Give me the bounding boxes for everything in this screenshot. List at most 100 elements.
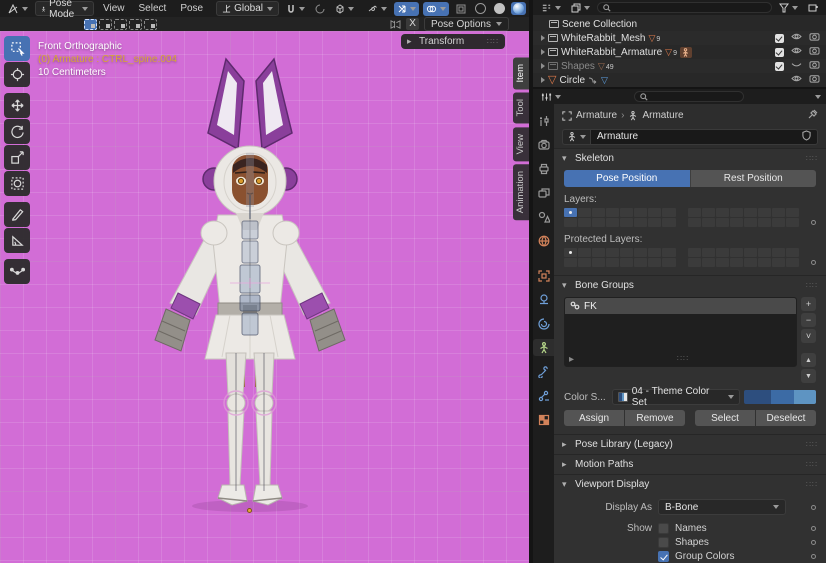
layer-cell[interactable] (786, 208, 799, 217)
panel-motion-paths-header[interactable]: ▸ Motion Paths ∷∷ (554, 455, 826, 474)
datablock-name-field[interactable]: Armature (590, 129, 818, 145)
tab-constraints[interactable] (533, 291, 554, 308)
select-mode-subtract[interactable] (114, 19, 127, 30)
layer-cell[interactable] (772, 208, 785, 217)
orientation-dropdown[interactable]: Global (216, 1, 279, 16)
shading-solid[interactable] (492, 2, 507, 15)
outliner-row-whiterabbit-armature[interactable]: WhiteRabbit_Armature ▽ 9 (533, 45, 826, 59)
panel-pose-library-header[interactable]: ▸ Pose Library (Legacy) ∷∷ (554, 435, 826, 454)
tab-texture[interactable] (533, 411, 554, 428)
layer-cell[interactable] (648, 218, 661, 227)
layer-cell[interactable] (592, 208, 605, 217)
layer-cell[interactable] (688, 248, 701, 257)
tab-tool[interactable]: Tool (513, 92, 529, 123)
layer-cell[interactable] (730, 248, 743, 257)
layer-cell[interactable] (592, 248, 605, 257)
transform-panel[interactable]: ▸ Transform ∷∷ (401, 34, 505, 49)
mirror-x-button[interactable]: X (406, 18, 419, 30)
tab-tool[interactable] (533, 112, 554, 129)
tab-render[interactable] (533, 136, 554, 153)
camera-icon[interactable] (809, 74, 820, 86)
properties-options-icon[interactable] (815, 95, 821, 99)
panel-bone-groups-header[interactable]: ▾ Bone Groups ∷∷ (554, 276, 826, 295)
names-checkbox[interactable] (658, 523, 669, 534)
layer-cell[interactable] (578, 208, 591, 217)
layer-cell[interactable] (702, 248, 715, 257)
tool-annotate[interactable] (4, 202, 30, 227)
layer-cell[interactable] (758, 208, 771, 217)
group-colors-checkbox[interactable] (658, 551, 669, 562)
breadcrumb-data[interactable]: Armature (642, 110, 683, 121)
layer-cell[interactable] (716, 208, 729, 217)
eye-icon[interactable] (791, 46, 802, 58)
tool-pose-breakdowner[interactable] (4, 259, 30, 284)
assign-button[interactable]: Assign (564, 410, 624, 426)
remove-button[interactable]: Remove (625, 410, 685, 426)
layer-cell[interactable] (772, 218, 785, 227)
expand-arrow-icon[interactable] (541, 49, 545, 55)
select-mode-invert[interactable] (129, 19, 142, 30)
layer-cell[interactable] (578, 218, 591, 227)
layer-cell[interactable] (592, 218, 605, 227)
outliner-editor-type-button[interactable] (538, 1, 564, 15)
layer-cell[interactable] (620, 218, 633, 227)
layer-cell[interactable] (648, 248, 661, 257)
tab-item[interactable]: Item (513, 57, 529, 89)
tool-move[interactable] (4, 93, 30, 118)
datablock-type-dropdown[interactable] (562, 129, 590, 145)
viewport-canvas[interactable]: Front Orthographic (0) Armature : CTRL_s… (0, 31, 529, 563)
decorator-dot[interactable] (811, 505, 816, 510)
layer-cell[interactable] (688, 208, 701, 217)
properties-search[interactable] (634, 91, 744, 102)
panel-grip[interactable]: ∷∷ (806, 460, 818, 469)
shading-wireframe[interactable] (473, 2, 488, 15)
layer-cell[interactable] (662, 248, 675, 257)
layer-cell[interactable] (730, 208, 743, 217)
color-normal[interactable] (744, 390, 771, 404)
menu-view[interactable]: View (98, 2, 130, 15)
mode-dropdown[interactable]: Pose Mode (35, 1, 94, 16)
properties-editor-type-button[interactable] (538, 90, 564, 104)
overlays-toggle[interactable] (423, 2, 449, 16)
xray-toggle[interactable] (453, 2, 469, 16)
layer-cell[interactable] (786, 248, 799, 257)
tool-transform[interactable] (4, 171, 30, 196)
layer-cell[interactable] (702, 218, 715, 227)
layer-cell[interactable] (592, 258, 605, 267)
outliner-row-shapes[interactable]: Shapes ▽ 49 (533, 59, 826, 73)
move-up-button[interactable]: ▲ (801, 353, 816, 367)
pose-position-button[interactable]: Pose Position (564, 170, 691, 187)
camera-icon[interactable] (809, 32, 820, 44)
color-set-dropdown[interactable]: 04 - Theme Color Set (612, 389, 740, 405)
camera-icon[interactable] (809, 60, 820, 72)
layer-cell[interactable] (606, 208, 619, 217)
panel-skeleton-header[interactable]: ▾ Skeleton ∷∷ (554, 149, 826, 168)
layer-cell[interactable] (578, 248, 591, 257)
layer-cell[interactable] (634, 218, 647, 227)
tab-bone-constraints[interactable] (533, 387, 554, 404)
layer-cell[interactable] (648, 258, 661, 267)
gizmos-toggle[interactable] (394, 2, 419, 16)
transform-panel-grip[interactable]: ∷∷ (487, 37, 499, 46)
expand-arrow-icon[interactable] (541, 63, 545, 69)
layer-cell[interactable] (662, 208, 675, 217)
outliner-row-circle[interactable]: ▽ Circle ▽ (533, 73, 826, 87)
select-mode-new[interactable] (84, 19, 97, 30)
layer-cell[interactable] (758, 248, 771, 257)
layer-cell[interactable] (744, 248, 757, 257)
select-mode-extend[interactable] (99, 19, 112, 30)
layer-cell[interactable] (758, 258, 771, 267)
tab-bone[interactable] (533, 363, 554, 380)
shading-material[interactable] (511, 2, 526, 15)
deselect-button[interactable]: Deselect (756, 410, 816, 426)
layer-cell[interactable] (564, 208, 577, 217)
layer-cell[interactable] (716, 248, 729, 257)
layer-cell[interactable] (662, 258, 675, 267)
tab-object-data-armature[interactable] (533, 339, 554, 356)
panel-grip[interactable]: ∷∷ (806, 440, 818, 449)
decorator-dot[interactable] (811, 554, 816, 559)
layer-cell[interactable] (758, 218, 771, 227)
rest-position-button[interactable]: Rest Position (691, 170, 817, 187)
fake-user-shield-icon[interactable] (802, 130, 811, 144)
filter-dropdown[interactable] (776, 1, 801, 15)
